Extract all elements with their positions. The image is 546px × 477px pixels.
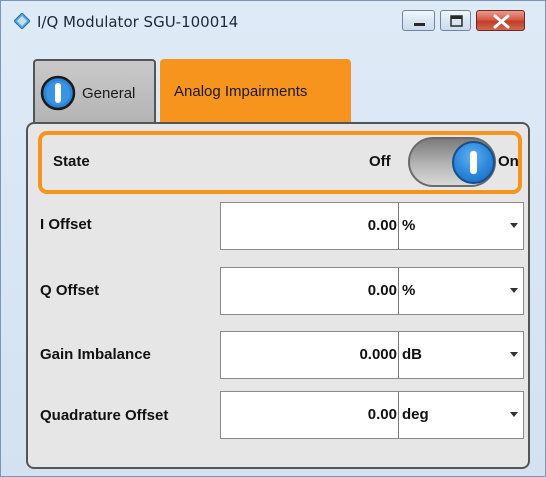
- power-icon: [40, 75, 76, 116]
- gain-imbalance-value[interactable]: 0.000: [359, 346, 397, 363]
- minimize-button[interactable]: [402, 10, 435, 31]
- field-divider: [398, 203, 399, 249]
- quadrature-offset-field[interactable]: 0.00 deg: [220, 391, 524, 439]
- i-offset-value[interactable]: 0.00: [368, 217, 397, 234]
- state-off-label: Off: [369, 153, 391, 170]
- maximize-button[interactable]: [440, 10, 471, 31]
- app-diamond-icon: [13, 12, 31, 30]
- gain-imbalance-label: Gain Imbalance: [40, 346, 151, 363]
- toggle-knob[interactable]: [452, 141, 495, 184]
- q-offset-field[interactable]: 0.00 %: [220, 267, 524, 315]
- state-row: State Off On: [38, 131, 522, 194]
- tab-general[interactable]: General: [33, 59, 156, 123]
- q-offset-value[interactable]: 0.00: [368, 282, 397, 299]
- chevron-down-icon[interactable]: [510, 223, 518, 228]
- field-divider: [398, 332, 399, 378]
- analog-impairments-panel: State Off On I Offset 0.00 % Q Offset 0.…: [26, 122, 530, 469]
- chevron-down-icon[interactable]: [510, 412, 518, 417]
- close-button[interactable]: [476, 10, 525, 31]
- tab-analog-impairments[interactable]: Analog Impairments: [160, 59, 351, 123]
- q-offset-label: Q Offset: [40, 282, 100, 299]
- state-toggle[interactable]: [408, 137, 496, 187]
- chevron-down-icon[interactable]: [510, 352, 518, 357]
- quadrature-offset-value[interactable]: 0.00: [368, 406, 397, 423]
- maximize-icon: [450, 15, 463, 27]
- i-offset-label: I Offset: [40, 216, 92, 233]
- close-icon: [493, 14, 510, 29]
- window-title: I/Q Modulator SGU-100014: [37, 13, 239, 31]
- i-offset-field[interactable]: 0.00 %: [220, 202, 524, 250]
- i-offset-unit[interactable]: %: [402, 217, 415, 234]
- chevron-down-icon[interactable]: [510, 288, 518, 293]
- tab-general-label: General: [82, 85, 136, 102]
- state-label: State: [53, 153, 90, 170]
- field-divider: [398, 268, 399, 314]
- quadrature-offset-unit[interactable]: deg: [402, 406, 429, 423]
- minimize-icon: [414, 23, 425, 26]
- power-on-icon: [470, 151, 477, 174]
- gain-imbalance-unit[interactable]: dB: [402, 346, 422, 363]
- tab-analog-impairments-label: Analog Impairments: [174, 83, 308, 100]
- gain-imbalance-field[interactable]: 0.000 dB: [220, 331, 524, 379]
- quadrature-offset-label: Quadrature Offset: [40, 407, 169, 424]
- field-divider: [398, 392, 399, 438]
- iq-modulator-window: I/Q Modulator SGU-100014 General Analog …: [0, 0, 546, 477]
- title-bar[interactable]: I/Q Modulator SGU-100014: [1, 1, 545, 41]
- q-offset-unit[interactable]: %: [402, 282, 415, 299]
- state-on-label: On: [498, 153, 519, 170]
